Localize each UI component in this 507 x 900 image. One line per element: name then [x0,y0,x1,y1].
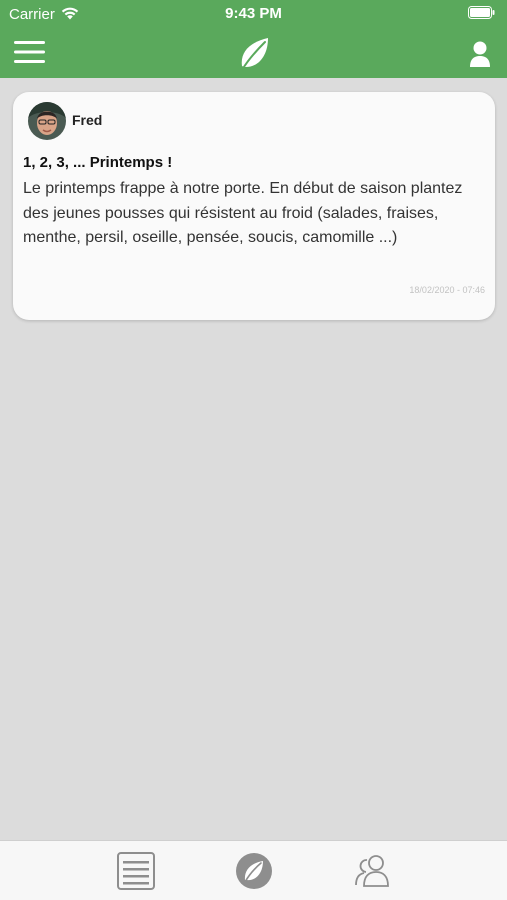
post-timestamp: 18/02/2020 - 07:46 [409,285,485,295]
leaf-icon [241,38,268,71]
app-header: Carrier 9:43 PM [0,0,507,78]
author-name: Fred [72,112,103,128]
post-body: Le printemps frappe à notre porte. En dé… [23,180,463,246]
battery-icon [468,6,495,19]
list-document-icon[interactable] [116,851,156,891]
navigation-bar [0,28,507,78]
users-icon[interactable] [353,851,393,891]
status-bar: Carrier 9:43 PM [0,0,507,28]
user-icon[interactable] [468,40,492,68]
leaf-circle-icon[interactable] [234,851,274,891]
clock-label: 9:43 PM [225,5,282,22]
post-card[interactable]: Fred 1, 2, 3, ... Printemps ! Le printem… [13,92,495,320]
hamburger-menu-icon[interactable] [13,38,47,66]
post-title: 1, 2, 3, ... Printemps ! [23,154,173,171]
avatar[interactable] [28,102,66,140]
tab-bar [0,840,507,900]
